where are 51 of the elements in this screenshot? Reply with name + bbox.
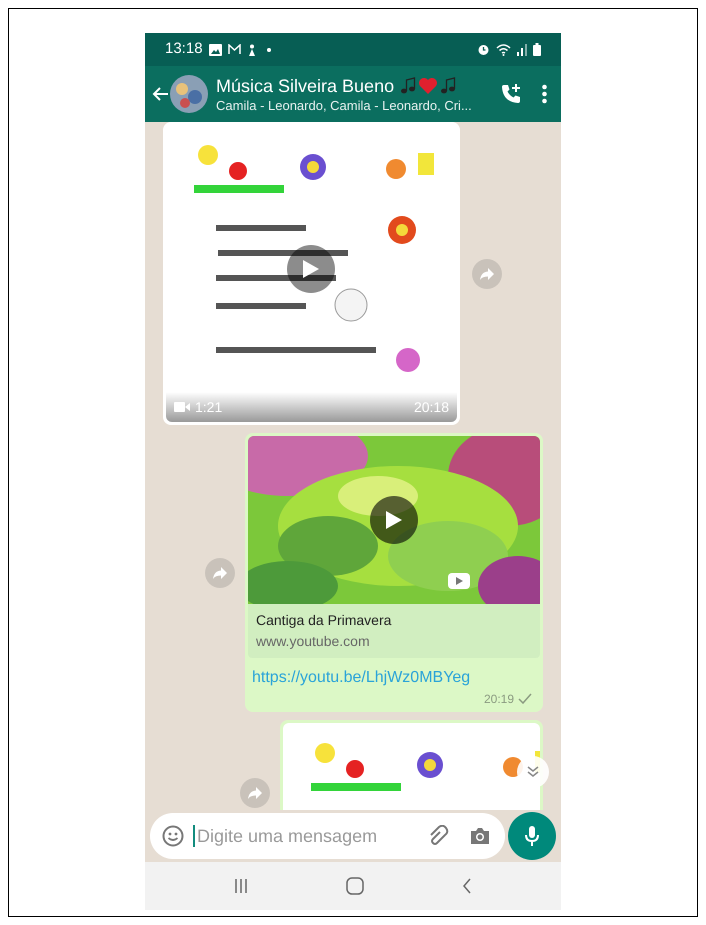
- back-arrow-icon: [151, 86, 169, 102]
- dot-icon: [266, 48, 271, 52]
- phone-plus-icon: [500, 83, 522, 105]
- message-field[interactable]: Digite uma mensagem: [150, 813, 505, 859]
- message-time: 20:19: [484, 691, 514, 708]
- home-icon: [346, 877, 364, 895]
- share-arrow-icon: [247, 786, 263, 800]
- recent-apps-icon: [234, 878, 248, 894]
- menu-icon: [542, 84, 547, 104]
- music-note-icon: [400, 77, 416, 94]
- share-arrow-icon: [479, 266, 495, 280]
- smiley-icon: [162, 825, 184, 847]
- chat-title: Música Silveira Bueno: [216, 74, 394, 96]
- add-call-button[interactable]: [500, 83, 522, 105]
- alarm-icon: [477, 43, 490, 56]
- music-note-icon: [440, 77, 456, 94]
- text-cursor: [193, 825, 195, 847]
- voice-button[interactable]: [508, 812, 556, 860]
- preview-title: Cantiga da Primavera: [256, 611, 392, 630]
- camera-icon: [469, 827, 491, 845]
- back-nav-button[interactable]: [462, 878, 472, 894]
- double-chevron-icon: [527, 766, 539, 778]
- gallery-icon: [208, 44, 222, 56]
- home-button[interactable]: [346, 877, 364, 895]
- battery-icon: [533, 43, 541, 56]
- back-chevron-icon: [462, 878, 472, 894]
- wifi-icon: [496, 44, 511, 56]
- message-time: 20:18: [414, 398, 449, 416]
- video-duration: 1:21: [195, 398, 222, 416]
- recent-apps-button[interactable]: [234, 878, 248, 894]
- mail-icon: [228, 44, 241, 55]
- back-button[interactable]: [151, 75, 208, 113]
- preview-site: www.youtube.com: [256, 632, 371, 651]
- camera-button[interactable]: [469, 827, 491, 845]
- chat-subtitle: Camila - Leonardo, Camila - Leonardo, Cri...: [216, 96, 473, 114]
- heart-icon: [418, 76, 438, 94]
- emoji-button[interactable]: [162, 825, 184, 847]
- play-icon: [385, 510, 403, 530]
- status-time: 13:18: [165, 39, 203, 60]
- signal-icon: [517, 44, 527, 56]
- share-arrow-icon: [212, 566, 228, 580]
- figure-icon: [246, 44, 257, 56]
- video-logo-icon: [448, 573, 470, 589]
- play-icon: [302, 259, 320, 279]
- play-button[interactable]: [287, 245, 335, 293]
- microphone-icon: [524, 825, 540, 847]
- play-button[interactable]: [370, 496, 418, 544]
- video-camera-icon: [174, 402, 190, 412]
- group-avatar: [170, 75, 208, 113]
- link-preview[interactable]: Cantiga da Primavera www.youtube.com: [248, 604, 540, 658]
- menu-button[interactable]: [542, 84, 547, 104]
